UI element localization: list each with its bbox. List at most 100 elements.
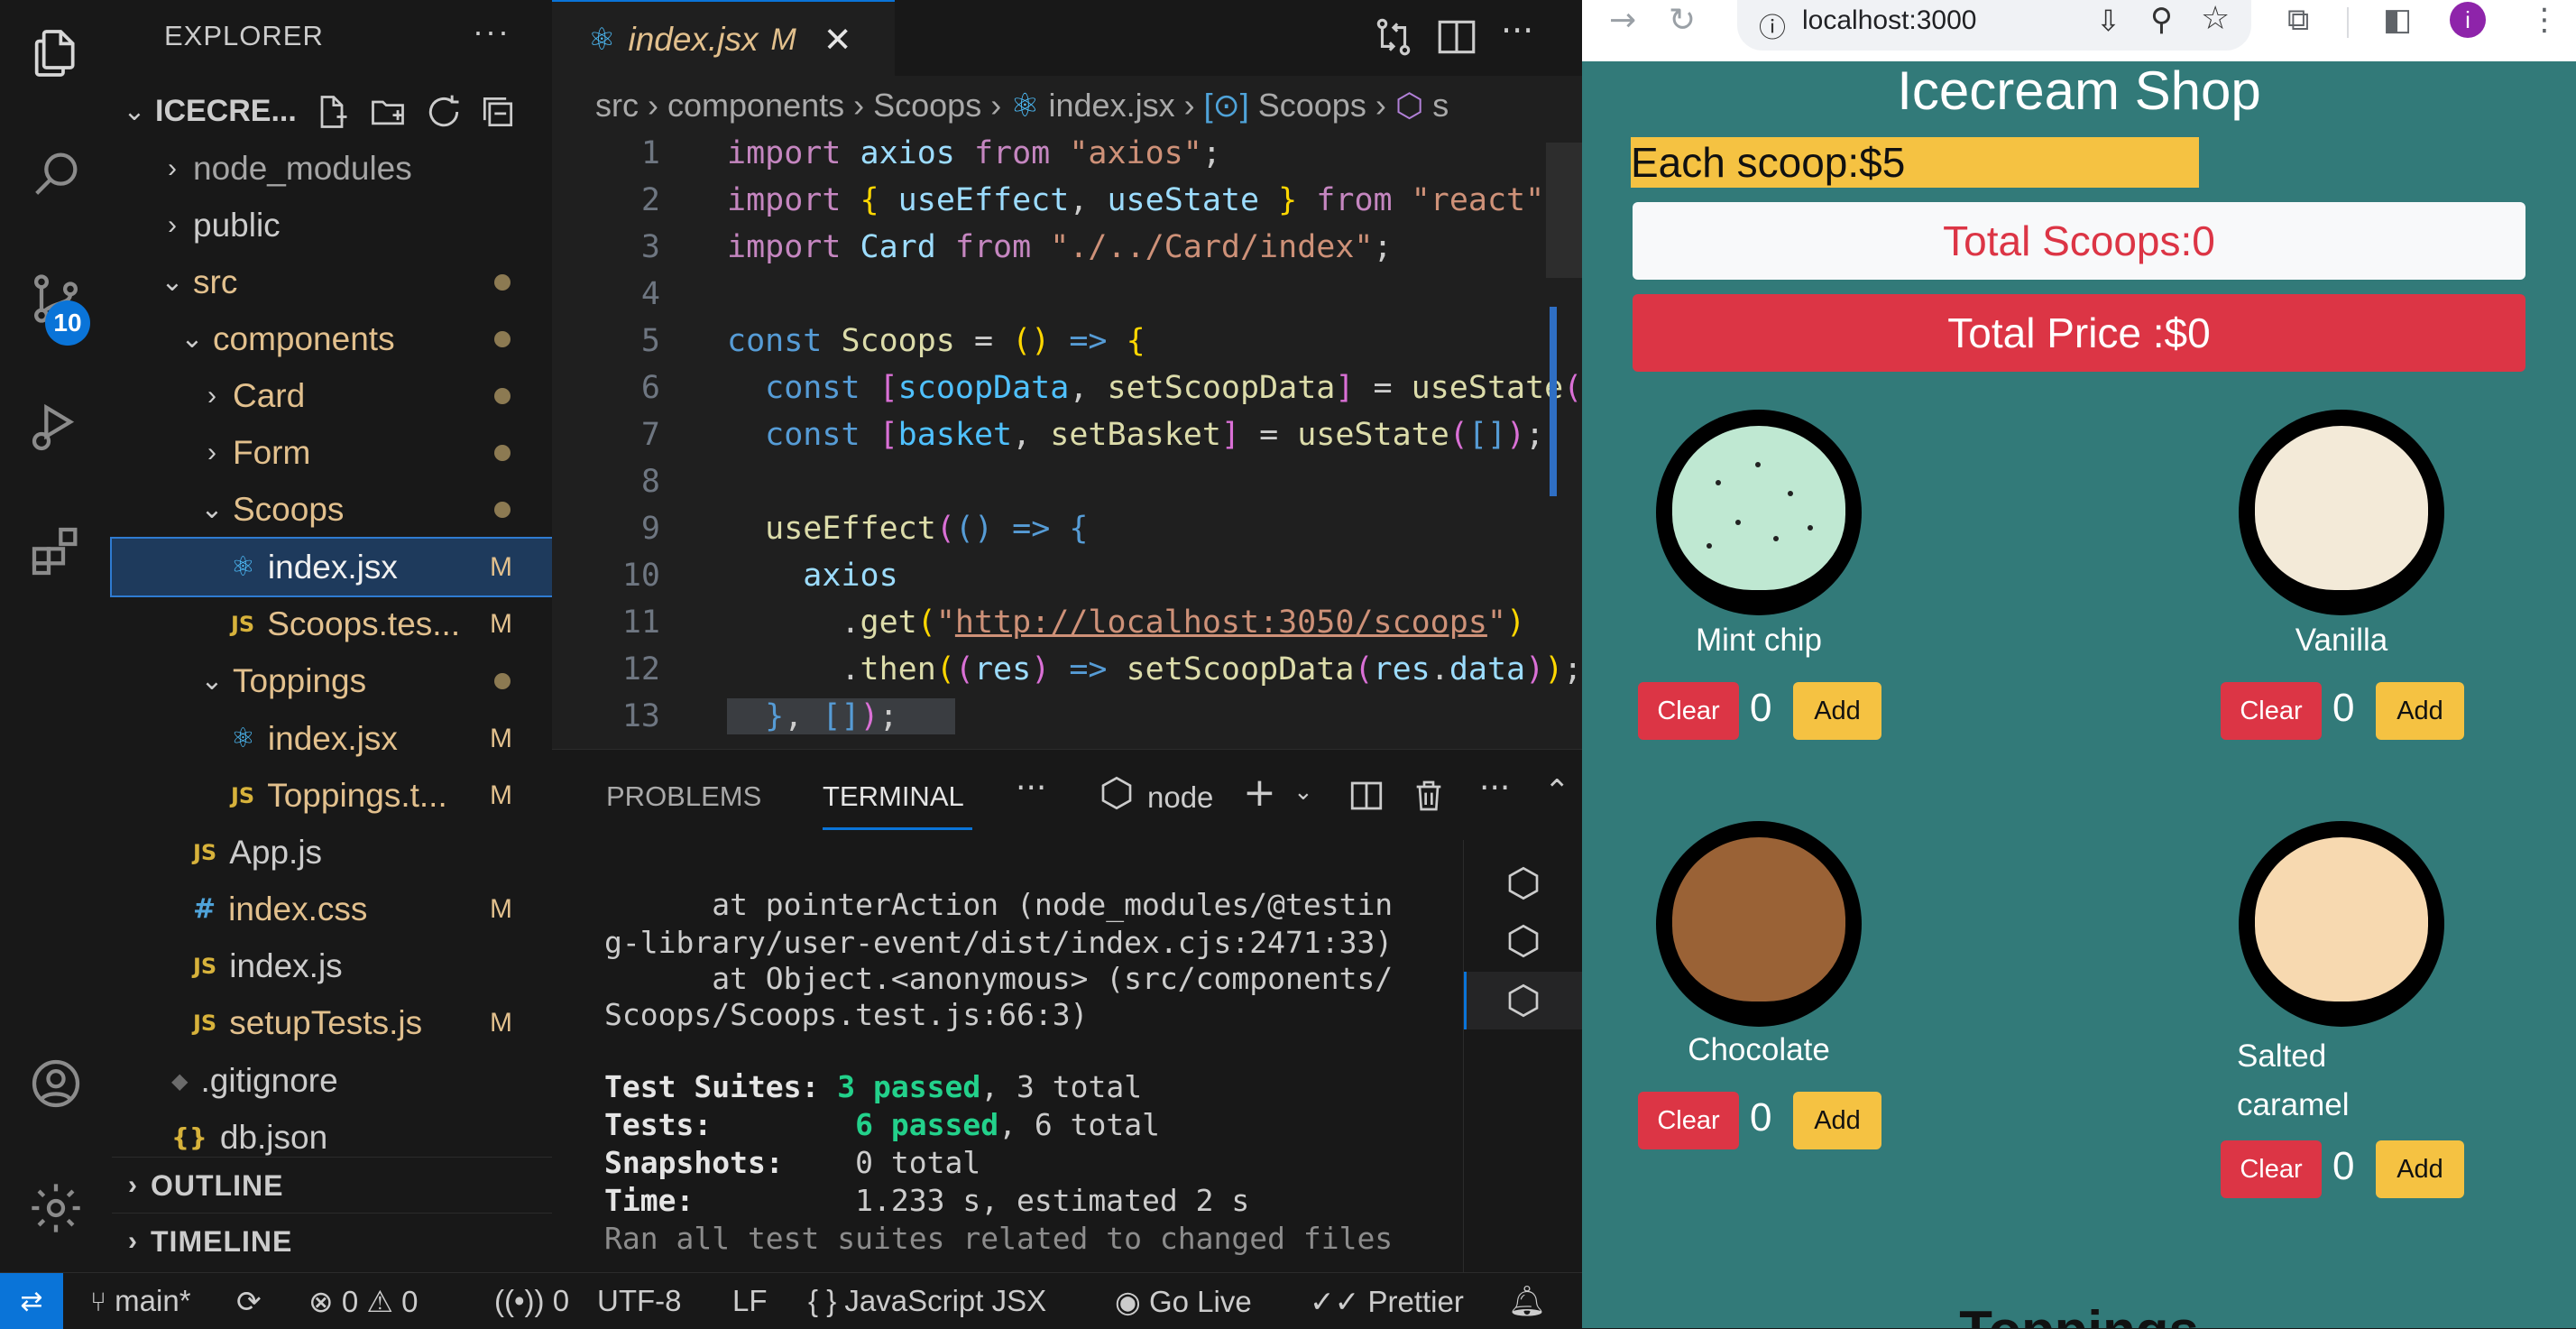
- address-bar[interactable]: ⓘ localhost:3000 ⇩ ⚲ ☆: [1737, 0, 2251, 51]
- bottom-panel: PROBLEMS TERMINAL ··· node + ⌄ ··· ⌃ at …: [552, 749, 1586, 1273]
- zoom-icon[interactable]: ⚲: [2150, 2, 2173, 38]
- close-tab-icon[interactable]: ✕: [823, 20, 852, 60]
- breadcrumb: src › components › Scoops › ⚛ index.jsx …: [595, 87, 1449, 124]
- editor-tab-bar: ⚛ index.jsx M ✕ ···: [552, 0, 1582, 78]
- split-terminal-icon[interactable]: [1348, 777, 1385, 818]
- tree-item-scoops[interactable]: ⌄ Scoops: [112, 481, 552, 538]
- panel-more-icon-2[interactable]: ···: [1479, 770, 1510, 807]
- scoop-name: Salted caramel: [2237, 1038, 2350, 1122]
- problems-status[interactable]: ⊗ 0 ⚠ 0: [308, 1284, 418, 1319]
- tree-item-app-js[interactable]: JS App.js: [112, 824, 552, 881]
- add-button[interactable]: Add: [2376, 682, 2464, 740]
- modified-dot: [494, 444, 511, 461]
- tree-item-toppings-index-jsx[interactable]: ⚛ index.jsx M: [112, 710, 552, 767]
- maximize-panel-icon[interactable]: ⌃: [1544, 773, 1570, 809]
- total-price: Total Price :$0: [1633, 294, 2525, 372]
- clear-button[interactable]: Clear: [1638, 1092, 1739, 1149]
- activity-bar: 10: [0, 0, 113, 1272]
- tree-item-toppings[interactable]: ⌄ Toppings: [112, 652, 552, 709]
- add-button[interactable]: Add: [1793, 1092, 1881, 1149]
- forward-icon[interactable]: →: [1609, 2, 1636, 39]
- new-folder-icon[interactable]: [368, 92, 408, 140]
- reload-icon[interactable]: ↻: [1669, 2, 1696, 39]
- tree-item-index-css[interactable]: # index.css M: [112, 881, 552, 937]
- tab-index-jsx[interactable]: ⚛ index.jsx M ✕: [552, 0, 895, 78]
- account-icon[interactable]: [0, 1034, 112, 1133]
- profile-avatar[interactable]: i: [2450, 2, 2486, 38]
- refresh-explorer-icon[interactable]: [424, 92, 464, 140]
- eol-status[interactable]: LF: [732, 1284, 768, 1318]
- tree-item-node-modules[interactable]: › node_modules: [112, 140, 552, 197]
- side-panel-icon[interactable]: ◧: [2383, 2, 2412, 38]
- clear-button[interactable]: Clear: [2221, 682, 2322, 740]
- explorer-more-button[interactable]: ···: [473, 13, 511, 51]
- tree-item-form[interactable]: › Form: [112, 424, 552, 481]
- remote-indicator-icon[interactable]: ⇄: [0, 1273, 63, 1329]
- tab-problems[interactable]: PROBLEMS: [606, 780, 761, 813]
- new-terminal-icon[interactable]: +: [1243, 770, 1276, 816]
- terminal-instance-active[interactable]: [1464, 972, 1586, 1029]
- browser-menu-icon[interactable]: ⋮: [2529, 2, 2560, 38]
- add-button[interactable]: Add: [2376, 1140, 2464, 1198]
- scoop-image-salted-caramel: [2239, 821, 2444, 1027]
- run-debug-icon[interactable]: [0, 377, 112, 476]
- timeline-section[interactable]: › TIMELINE: [112, 1213, 552, 1269]
- bookmark-star-icon[interactable]: ☆: [2201, 0, 2230, 37]
- site-info-icon[interactable]: ⓘ: [1759, 5, 1786, 45]
- branch-status[interactable]: ⑂ main*: [90, 1284, 191, 1318]
- tree-item-card[interactable]: › Card: [112, 367, 552, 424]
- terminal-instance-icon[interactable]: [1505, 923, 1541, 963]
- toolbar-divider: [2347, 7, 2349, 38]
- go-live-button[interactable]: ◉ Go Live: [1115, 1284, 1252, 1319]
- modified-dot: [494, 273, 511, 291]
- chevron-down-icon[interactable]: ⌄: [1293, 779, 1313, 806]
- panel-more-icon[interactable]: ···: [1016, 770, 1046, 807]
- extensions-puzzle-icon[interactable]: ⧉: [2287, 2, 2309, 38]
- search-icon[interactable]: [0, 125, 112, 224]
- tree-item-setuptests[interactable]: JS setupTests.js M: [112, 994, 552, 1051]
- scoop-image-chocolate: [1656, 821, 1862, 1027]
- browser-window: → ↻ ⓘ localhost:3000 ⇩ ⚲ ☆ ⧉ ◧ i ⋮ Icecr…: [1582, 0, 2576, 1328]
- terminal-shell-label[interactable]: node: [1147, 780, 1213, 815]
- tree-item-src[interactable]: ⌄ src: [112, 254, 552, 310]
- clear-button[interactable]: Clear: [2221, 1140, 2322, 1198]
- tab-terminal[interactable]: TERMINAL: [823, 780, 964, 813]
- bell-icon[interactable]: 🔔︎: [1508, 1284, 1546, 1319]
- tree-item-public[interactable]: › public: [112, 197, 552, 254]
- manage-gear-icon[interactable]: [0, 1158, 112, 1258]
- tree-item-scoops-index-jsx[interactable]: ⚛ index.jsx M: [110, 537, 554, 597]
- js-file-icon: JS: [193, 953, 217, 979]
- collapse-all-icon[interactable]: [478, 92, 518, 140]
- new-file-icon[interactable]: [312, 92, 352, 140]
- editor-scrollbar[interactable]: [1546, 143, 1582, 278]
- language-status[interactable]: { } JavaScript JSX: [808, 1284, 1046, 1318]
- outline-section[interactable]: › OUTLINE: [112, 1157, 552, 1214]
- git-file-icon: ◆: [171, 1067, 189, 1094]
- terminal-instance-icon[interactable]: [1505, 865, 1541, 905]
- editor-more-icon[interactable]: ···: [1501, 11, 1533, 51]
- scoop-name: Vanilla: [2295, 623, 2388, 658]
- workspace-root[interactable]: ⌄ ICECRE...: [112, 83, 552, 140]
- terminal-output[interactable]: at pointerAction (node_modules/@testin g…: [552, 840, 1463, 1273]
- url-text[interactable]: localhost:3000: [1802, 5, 1976, 36]
- install-app-icon[interactable]: ⇩: [2096, 4, 2121, 38]
- sync-icon[interactable]: ⟳: [236, 1284, 262, 1319]
- split-editor-icon[interactable]: [1434, 14, 1479, 63]
- prettier-status[interactable]: ✓✓ Prettier: [1310, 1284, 1464, 1319]
- extensions-icon[interactable]: [0, 502, 112, 601]
- tree-item-index-js[interactable]: JS index.js: [112, 937, 552, 994]
- tree-item-gitignore[interactable]: ◆ .gitignore: [112, 1052, 552, 1109]
- encoding-status[interactable]: UTF-8: [597, 1284, 682, 1318]
- clear-button[interactable]: Clear: [1638, 682, 1739, 740]
- tree-item-components[interactable]: ⌄ components: [112, 310, 552, 367]
- add-button[interactable]: Add: [1793, 682, 1881, 740]
- modified-dot: [494, 387, 511, 404]
- compare-changes-icon[interactable]: [1371, 14, 1416, 63]
- trash-icon[interactable]: [1411, 777, 1447, 818]
- tree-item-toppings-test[interactable]: JS Toppings.t... M: [112, 767, 552, 824]
- tree-item-scoops-test[interactable]: JS Scoops.tes... M: [112, 595, 552, 652]
- status-bar: ⇄ ⑂ main* ⟳ ⊗ 0 ⚠ 0 ((•)) 0 UTF-8 LF { }…: [0, 1272, 1582, 1329]
- explorer-icon[interactable]: [0, 4, 112, 103]
- ports-status[interactable]: ((•)) 0: [494, 1284, 569, 1318]
- workspace-root-label: ICECRE...: [155, 94, 297, 128]
